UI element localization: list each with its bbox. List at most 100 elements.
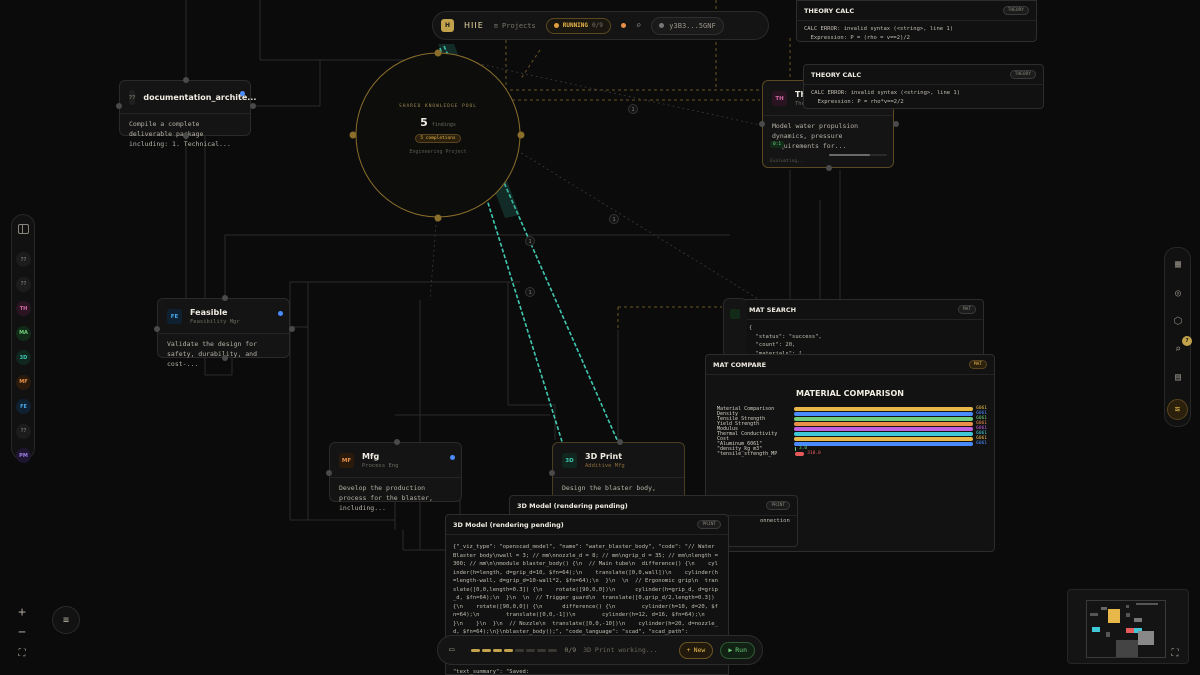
chart-bar: [794, 426, 974, 431]
chart-row: "tensile_strength_MP 310.0: [717, 450, 987, 457]
sidebar-item-agent[interactable]: MA: [16, 325, 31, 341]
panel-title: MAT COMPARE: [713, 360, 767, 369]
node-documentation[interactable]: ?? documentation_archite... Compile a co…: [116, 77, 256, 148]
connector-handle[interactable]: [549, 470, 555, 476]
running-label: RUNNING: [562, 22, 589, 29]
run-button[interactable]: ▶ Run: [720, 641, 755, 659]
panel-tag: MAT: [957, 305, 976, 314]
node-feasible[interactable]: FE Feasible Feasibility Mgr Validate the…: [154, 295, 295, 368]
user-dot-icon: [659, 23, 665, 28]
calc-expression-line: Expression: P = rho*v==2/2: [811, 98, 904, 105]
connector-handle[interactable]: [893, 121, 899, 127]
chart-bar: [794, 436, 974, 441]
connector-handle[interactable]: [183, 133, 189, 139]
pool-completions-badge: 5 completions: [415, 134, 461, 143]
status-dot-icon: [450, 455, 455, 460]
user-wallet-button[interactable]: y3B3...5GNF: [651, 16, 724, 35]
connector-handle[interactable]: [222, 355, 228, 361]
projects-button[interactable]: ≡ Projects: [494, 22, 536, 30]
progress-text: 0/9: [564, 646, 577, 654]
connector-handle[interactable]: [183, 77, 189, 83]
theory-calc-panel[interactable]: THEORY CALC THEORY CALC ERROR: invalid s…: [796, 0, 1037, 42]
app-logo[interactable]: H: [441, 19, 454, 32]
connector-handle[interactable]: [826, 165, 832, 171]
menu-list-button[interactable]: ≡: [52, 606, 80, 634]
chart-category-label: "tensile_strength_MP: [717, 450, 778, 457]
node-mfg[interactable]: MF Mfg Process Eng Develop the productio…: [326, 439, 462, 512]
connector-handle[interactable]: [250, 103, 256, 109]
sidebar-item-agent[interactable]: ??: [16, 276, 31, 292]
panel-tag: PRINT: [697, 520, 721, 529]
theory-calc-panel[interactable]: THEORY CALC THEORY CALC ERROR: invalid s…: [803, 64, 1044, 109]
sidebar-item-agent[interactable]: PM: [16, 448, 31, 463]
node-badge: ??: [129, 90, 136, 105]
calc-expression-line: Expression: P = (rho = v==2)/2: [804, 34, 910, 41]
chart-bar: [794, 411, 974, 416]
sidebar-item-agent[interactable]: 3D: [16, 350, 31, 365]
cube-icon[interactable]: ⬡: [1171, 314, 1185, 328]
connector-handle[interactable]: [617, 439, 623, 445]
knowledge-pool[interactable]: SHARED KNOWLEDGE POOL 5 findings 5 compl…: [378, 104, 498, 166]
connector-handle[interactable]: [222, 295, 228, 301]
sidebar-item-agent[interactable]: FE: [16, 399, 31, 414]
chart-value-label: 6061: [976, 441, 987, 446]
projects-label: Projects: [502, 21, 536, 30]
connector-handle[interactable]: [289, 326, 295, 332]
zoom-in-button[interactable]: +: [13, 603, 31, 621]
connector-handle[interactable]: [394, 439, 400, 445]
grid-icon[interactable]: ▦: [1171, 257, 1185, 271]
search-icon[interactable]: ⌕: [636, 21, 641, 31]
node-tag: 0:1: [770, 141, 785, 148]
panel-tag: THEORY: [1002, 6, 1029, 15]
new-label: New: [693, 646, 706, 654]
mat-search-panel[interactable]: MAT SEARCH MAT { "status": "success", "c…: [741, 299, 984, 361]
sidebar-item-agent[interactable]: ??: [16, 252, 31, 267]
panel-tag: MAT: [968, 360, 987, 369]
material-bar-chart: Material Comparison 6061 Density 6061 Tensil…: [717, 406, 987, 457]
node-title: 3D Print: [585, 452, 623, 461]
chat-icon[interactable]: ▭: [449, 645, 454, 655]
panel-content: onnection: [760, 518, 790, 524]
edge-label: 1: [528, 290, 531, 296]
panel-title: 3D Model (rendering pending): [517, 501, 628, 510]
node-materials[interactable]: [723, 298, 747, 358]
chart-value-label: 3.0: [799, 446, 808, 451]
running-status[interactable]: RUNNING 0/9: [545, 17, 611, 34]
node-badge: FE: [167, 309, 182, 324]
node-subtitle: Feasibility Mgr: [190, 319, 240, 325]
pool-project: Engineering Project: [409, 149, 467, 155]
fit-view-button[interactable]: ⛶: [13, 644, 31, 662]
pool-heading: SHARED KNOWLEDGE POOL: [399, 104, 477, 109]
chart-bar: [794, 441, 974, 446]
sidebar-item-agent[interactable]: ??: [16, 423, 31, 439]
node-description: Model water propulsion dynamics, pressur…: [772, 122, 859, 150]
zoom-out-button[interactable]: −: [13, 623, 31, 641]
openscad-code: {"_viz_type": "openscad_model", "name": …: [453, 544, 725, 635]
sidebar-item-agent[interactable]: MF: [16, 374, 31, 390]
connector-handle[interactable]: [759, 121, 765, 127]
node-badge: 3D: [562, 453, 577, 468]
calc-error-line: CALC ERROR: invalid syntax (<string>, li…: [811, 90, 961, 96]
sidebar-item-agent[interactable]: TH: [16, 301, 31, 316]
chart-bar: [794, 406, 974, 411]
target-icon[interactable]: ◎: [1171, 286, 1185, 300]
progress-segment: [526, 648, 536, 652]
connector-handle[interactable]: [154, 326, 160, 332]
sidebar-toggle-icon[interactable]: [18, 224, 29, 234]
node-footer: Evaluating...: [770, 159, 806, 164]
connector-handle[interactable]: [326, 470, 332, 476]
wifi-icon[interactable]: ≋: [1167, 399, 1188, 420]
new-button[interactable]: + New: [678, 641, 714, 659]
chart-bar: [794, 421, 974, 426]
progress-segment: [471, 648, 481, 652]
progress-segment: [493, 648, 503, 652]
edge-label: 1: [528, 239, 531, 245]
activity-dot-icon: [620, 23, 626, 28]
node-3d-print[interactable]: 3D 3D Print Additive Mfg Design the blas…: [549, 439, 685, 502]
document-icon[interactable]: ▤: [1171, 370, 1185, 384]
fullscreen-button[interactable]: ⛶: [1163, 644, 1187, 662]
text-summary-line: "text_summary": "Saved:: [453, 669, 530, 675]
minimap-viewport[interactable]: [1086, 600, 1166, 658]
connector-handle[interactable]: [116, 103, 122, 109]
left-sidebar: ???? TH MA 3D MF FE?? PM: [11, 214, 35, 463]
